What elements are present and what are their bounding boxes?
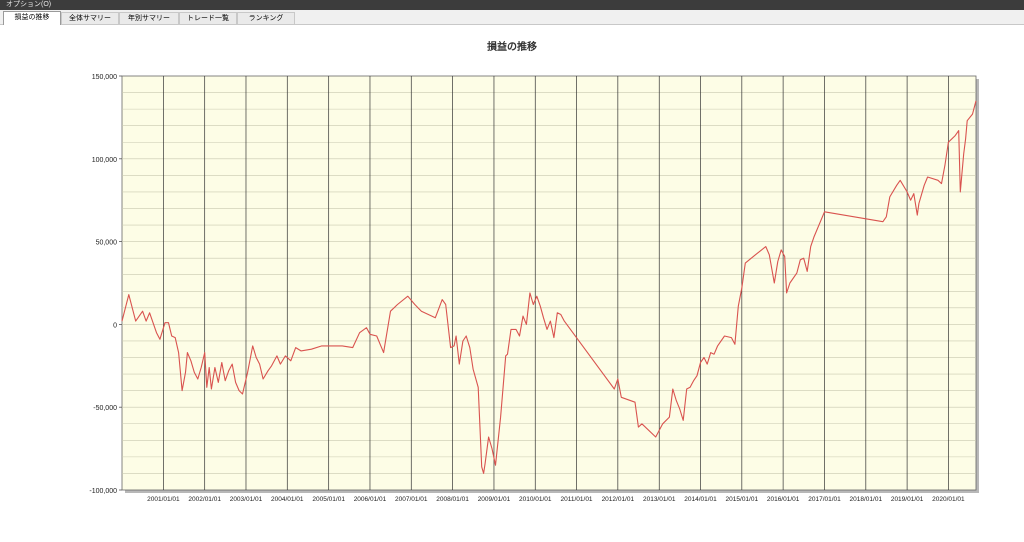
x-tick-label: 2016/01/01 bbox=[767, 496, 800, 503]
x-tick-label: 2002/01/01 bbox=[188, 496, 221, 503]
x-tick-label: 2012/01/01 bbox=[602, 496, 635, 503]
y-tick-label: 100,000 bbox=[92, 157, 117, 164]
x-tick-label: 2006/01/01 bbox=[354, 496, 387, 503]
x-tick-label: 2020/01/01 bbox=[932, 496, 965, 503]
x-tick-label: 2014/01/01 bbox=[684, 496, 717, 503]
profit-chart: 150,000 100,000 50,000 0 -50,000 -100,000 2001… bbox=[89, 74, 979, 503]
x-tick-label: 2015/01/01 bbox=[726, 496, 759, 503]
x-tick-label: 2005/01/01 bbox=[312, 496, 345, 503]
x-tick-label: 2001/01/01 bbox=[147, 496, 180, 503]
x-tick-label: 2010/01/01 bbox=[519, 496, 552, 503]
x-tick-label: 2018/01/01 bbox=[850, 496, 883, 503]
x-tick-label: 2009/01/01 bbox=[478, 496, 511, 503]
x-tick-label: 2019/01/01 bbox=[891, 496, 924, 503]
x-tick-label: 2003/01/01 bbox=[230, 496, 263, 503]
y-tick-label: 0 bbox=[113, 322, 117, 329]
y-tick-label: -50,000 bbox=[93, 405, 117, 412]
x-tick-label: 2017/01/01 bbox=[808, 496, 841, 503]
y-tick-label: 50,000 bbox=[96, 240, 118, 247]
x-tick-label: 2013/01/01 bbox=[643, 496, 676, 503]
plot-area bbox=[121, 75, 977, 491]
x-tick-label: 2008/01/01 bbox=[436, 496, 469, 503]
y-tick-label: -100,000 bbox=[89, 488, 117, 495]
x-tick-label: 2004/01/01 bbox=[271, 496, 304, 503]
x-tick-label: 2011/01/01 bbox=[561, 496, 593, 503]
y-tick-label: 150,000 bbox=[92, 74, 117, 81]
x-tick-label: 2007/01/01 bbox=[395, 496, 428, 503]
